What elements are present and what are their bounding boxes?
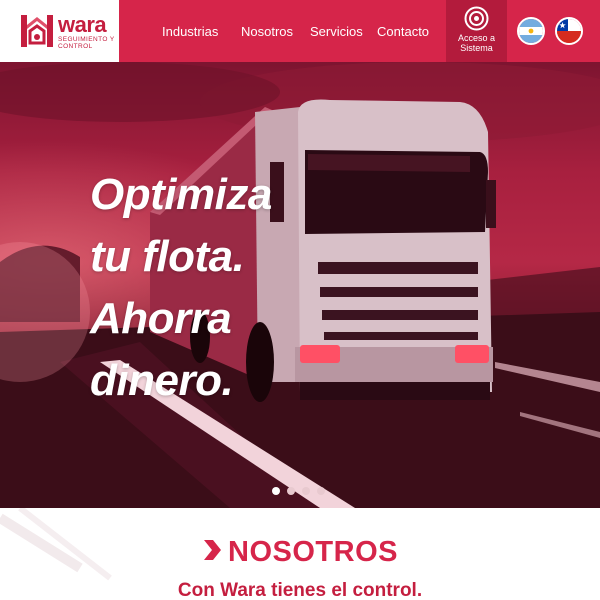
access-label: Acceso a Sistema [446, 33, 507, 53]
logo[interactable]: wara Seguimiento y control [0, 0, 119, 62]
argentina-flag-icon[interactable] [517, 17, 545, 45]
truck-road-image [0, 62, 600, 508]
site-header: wara Seguimiento y control Industrias No… [0, 0, 600, 62]
section-title-text: NOSOTROS [228, 536, 398, 568]
hero-headline-line2: tu flota. [90, 232, 245, 281]
section-title: NOSOTROS [0, 536, 600, 569]
hero-headline-line4: dinero. [90, 356, 234, 405]
chile-flag-icon[interactable] [555, 17, 583, 45]
argentina-flag-graphic [519, 19, 543, 43]
carousel-dots [272, 487, 325, 495]
chile-flag-graphic [557, 19, 581, 43]
nosotros-section: NOSOTROS Con Wara tienes el control. [0, 508, 600, 600]
hero-banner: Optimiza tu flota. Ahorra dinero. [0, 62, 600, 508]
carousel-dot-3[interactable] [302, 487, 310, 495]
carousel-dot-1[interactable] [272, 487, 280, 495]
access-label-line2: Sistema [460, 43, 493, 53]
chevron-right-icon [204, 540, 222, 560]
hero-headline-line3: Ahorra [90, 294, 232, 343]
access-label-line1: Acceso a [457, 33, 496, 43]
carousel-dot-4[interactable] [317, 487, 325, 495]
wara-logo-icon [21, 15, 53, 47]
nav-servicios[interactable]: Servicios [310, 24, 363, 39]
logo-wordmark: wara [58, 12, 107, 37]
section-subtitle: Con Wara tienes el control. [177, 580, 423, 600]
nav-nosotros[interactable]: Nosotros [241, 24, 293, 39]
nav-industrias[interactable]: Industrias [162, 24, 218, 39]
logo-tagline: Seguimiento y control [58, 36, 115, 50]
carousel-dot-2[interactable] [287, 487, 295, 495]
nav-contacto[interactable]: Contacto [377, 24, 429, 39]
target-icon [464, 6, 489, 31]
access-system-button[interactable]: Acceso a Sistema [446, 0, 507, 62]
hero-headline-line1: Optimiza [90, 170, 272, 219]
